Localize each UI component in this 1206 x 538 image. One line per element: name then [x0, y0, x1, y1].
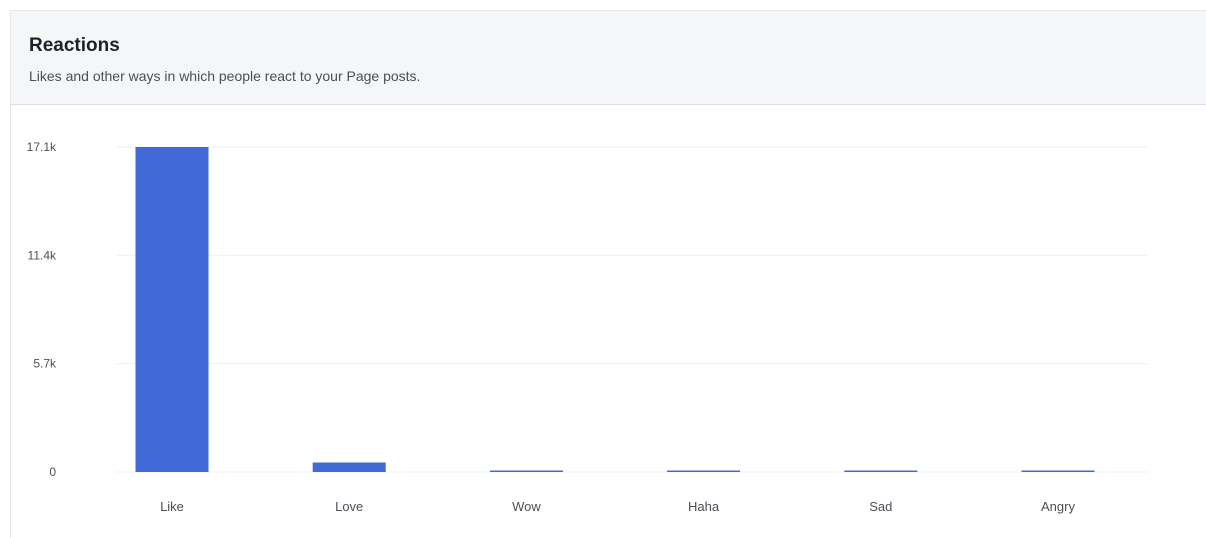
x-category-label-haha: Haha — [688, 499, 720, 514]
x-category-label-angry: Angry — [1041, 499, 1075, 514]
bar-angry[interactable] — [1021, 470, 1095, 473]
bar-haha[interactable] — [667, 470, 741, 473]
y-tick-label: 11.4k — [28, 248, 57, 262]
bars-layer — [135, 147, 1095, 473]
bar-sad[interactable] — [844, 470, 918, 473]
bar-wow[interactable] — [489, 470, 563, 473]
x-category-label-sad: Sad — [869, 499, 892, 514]
x-category-labels: Like Love Wow Haha Sad Angry — [160, 499, 1075, 514]
x-category-label-wow: Wow — [512, 499, 541, 514]
bar-love[interactable] — [312, 462, 386, 472]
y-tick-label: 5.7k — [33, 357, 57, 371]
grid-layer — [116, 146, 1148, 473]
bar-like[interactable] — [135, 147, 209, 472]
reactions-bar-chart: 0 5.7k 11.4k 17.1k Like Love Wow Haha Sad Angry — [27, 140, 1148, 514]
x-category-label-like: Like — [160, 499, 184, 514]
y-tick-label: 0 — [49, 465, 56, 479]
x-category-label-love: Love — [335, 499, 363, 514]
y-tick-labels: 0 5.7k 11.4k 17.1k — [27, 140, 57, 479]
y-tick-label: 17.1k — [27, 140, 57, 154]
